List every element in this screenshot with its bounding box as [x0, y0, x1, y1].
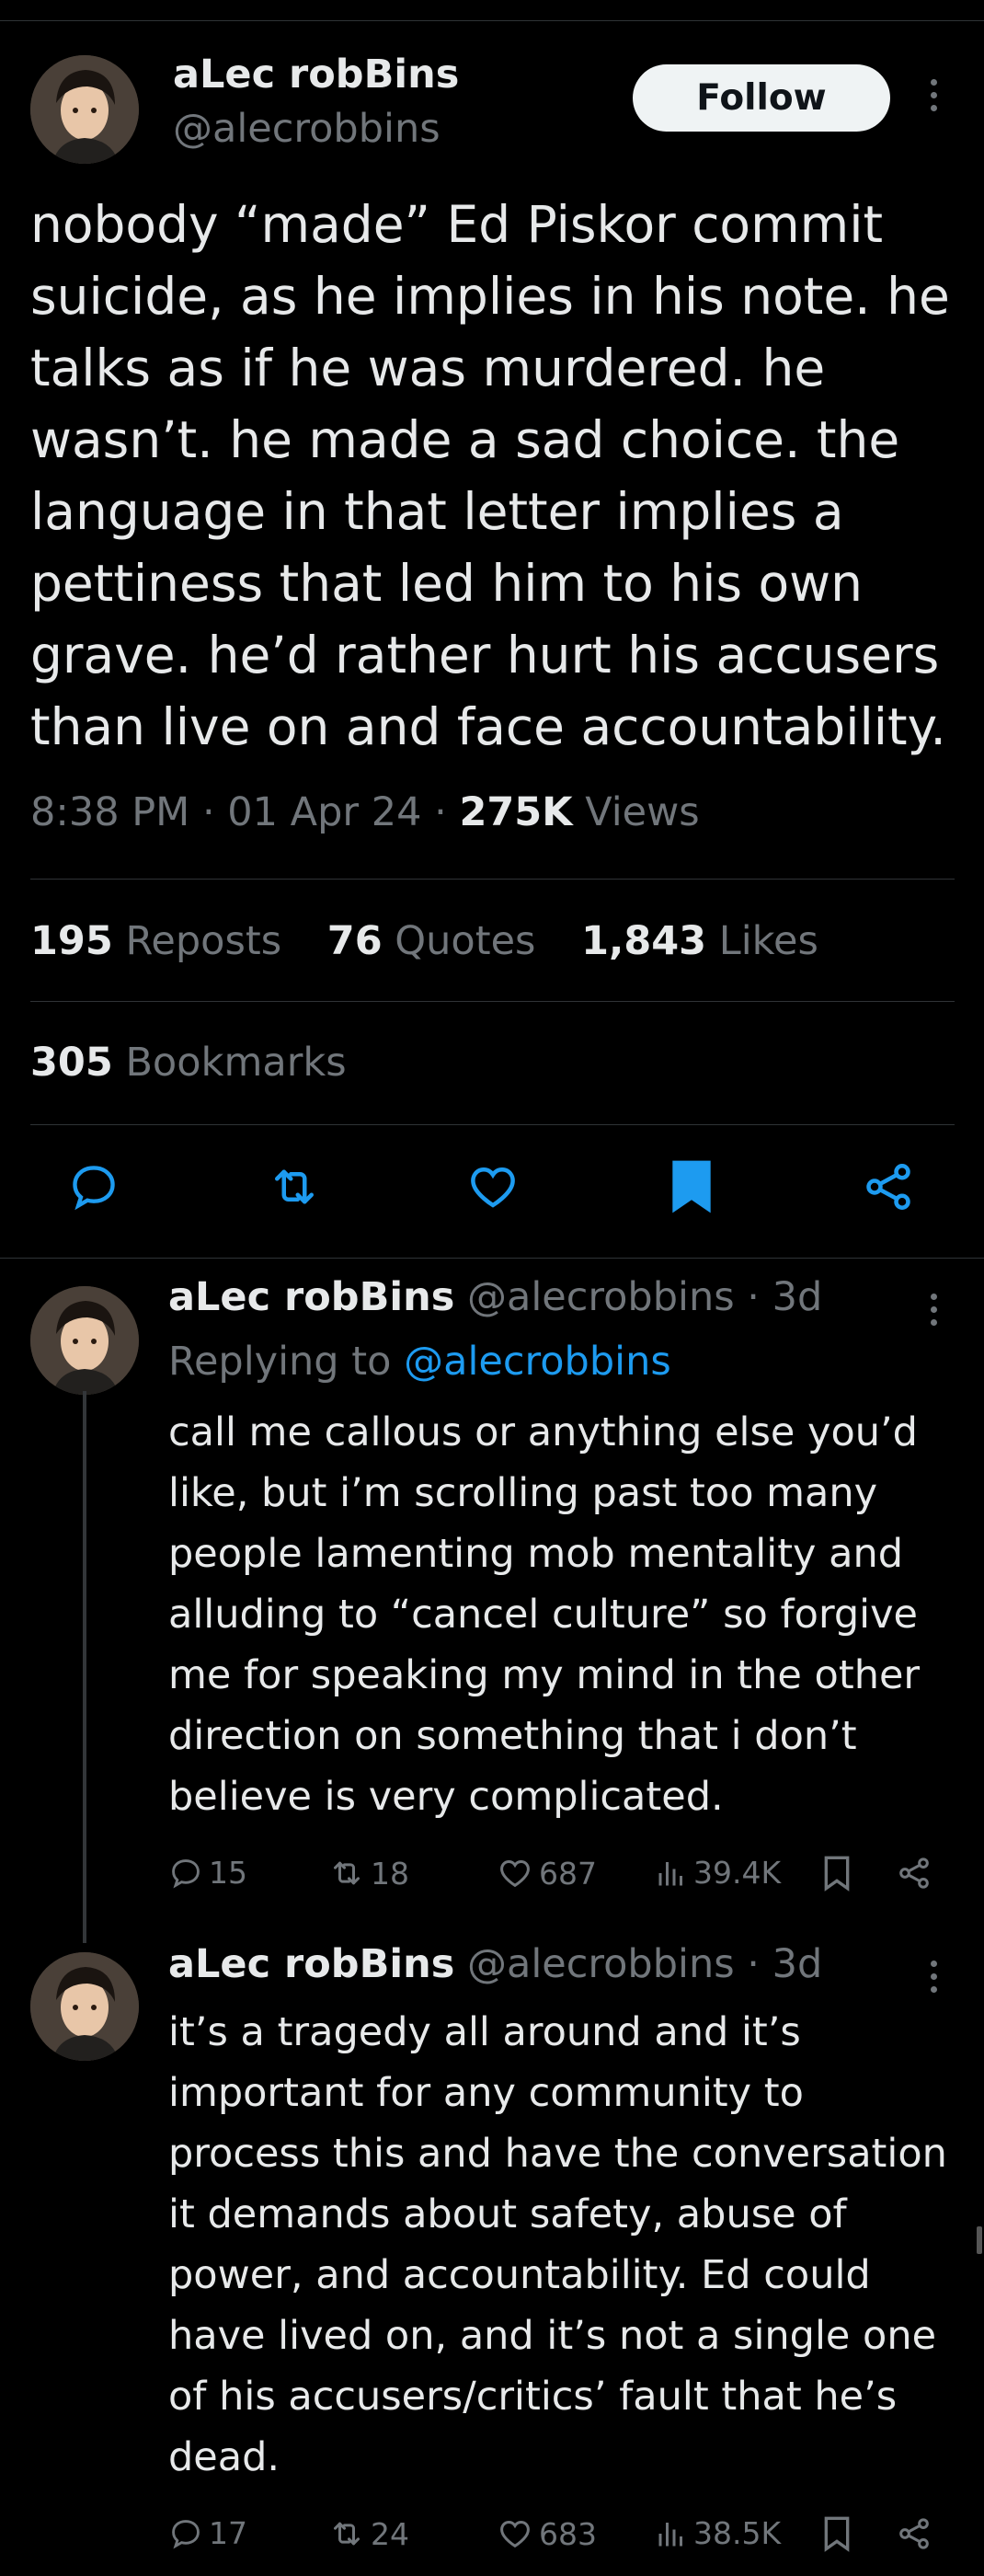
- reply-repost-action[interactable]: 18: [328, 1855, 409, 1892]
- reply-avatar[interactable]: [30, 1286, 139, 1395]
- reposts-label: Reposts: [125, 918, 282, 964]
- like-count: 687: [539, 1855, 597, 1892]
- views-count: 275K: [459, 789, 573, 835]
- reply-author-name[interactable]: aLec robBins: [168, 1941, 454, 1987]
- like-icon: [500, 1859, 530, 1888]
- like-icon: [500, 2520, 530, 2548]
- repost-count: 18: [371, 1855, 409, 1892]
- reply-reply-action[interactable]: 15: [168, 1855, 247, 1891]
- views-count: 38.5K: [693, 2515, 782, 2551]
- reply-icon: [172, 2519, 200, 2549]
- reply-reply-action[interactable]: 17: [168, 2515, 247, 2551]
- share-icon[interactable]: [861, 1159, 916, 1214]
- top-border: [0, 20, 984, 21]
- reply-count: 15: [209, 1855, 247, 1891]
- reply-header: aLec robBins @alecrobbins · 3d: [168, 1274, 822, 1320]
- bookmarks-stat[interactable]: 305 Bookmarks: [30, 1040, 347, 1086]
- share-icon[interactable]: [896, 1855, 933, 1892]
- reply-icon: [172, 1858, 200, 1889]
- reply-like-action[interactable]: 683: [497, 2515, 597, 2552]
- bookmark-icon[interactable]: [664, 1159, 719, 1214]
- like-icon[interactable]: [465, 1159, 521, 1214]
- tweet-time[interactable]: 8:38 PM: [30, 789, 189, 835]
- reply-time[interactable]: · 3d: [747, 1274, 822, 1320]
- thread-line: [83, 1391, 86, 1943]
- reply-text: it’s a tragedy all around and it’s impor…: [168, 2009, 947, 2480]
- bookmark-icon[interactable]: [821, 1855, 852, 1892]
- divider: [30, 1124, 955, 1125]
- bookmarks-count: 305: [30, 1040, 113, 1086]
- quotes-label: Quotes: [395, 918, 536, 964]
- like-count: 683: [539, 2515, 597, 2552]
- reply-count: 17: [209, 2515, 247, 2551]
- author-name[interactable]: aLec robBins: [173, 52, 459, 98]
- views-count: 39.4K: [693, 1855, 782, 1891]
- follow-button[interactable]: Follow: [633, 64, 890, 132]
- quotes-stat[interactable]: 76 Quotes: [327, 918, 536, 964]
- repost-icon: [334, 1861, 360, 1885]
- views-label: Views: [585, 789, 700, 835]
- likes-label: Likes: [718, 918, 818, 964]
- quotes-count: 76: [326, 918, 383, 964]
- reply-views-action[interactable]: 39.4K: [655, 1855, 781, 1891]
- reply-repost-action[interactable]: 24: [328, 2515, 409, 2552]
- divider: [0, 1258, 984, 1259]
- more-options-icon[interactable]: [920, 79, 947, 111]
- reply-time[interactable]: · 3d: [747, 1941, 822, 1987]
- reposts-count: 195: [30, 918, 113, 964]
- likes-stat[interactable]: 1,843 Likes: [581, 918, 818, 964]
- reply-author-handle[interactable]: @alecrobbins: [467, 1941, 735, 1987]
- views-icon: [658, 2522, 682, 2546]
- replying-prefix: Replying to: [168, 1339, 392, 1385]
- replying-to: Replying to @alecrobbins: [168, 1339, 671, 1385]
- reply-header: aLec robBins @alecrobbins · 3d: [168, 1941, 822, 1987]
- bookmarks-label: Bookmarks: [125, 1040, 347, 1086]
- tweet-meta: 8:38 PM · 01 Apr 24 · 275K Views: [30, 789, 700, 835]
- share-icon[interactable]: [896, 2515, 933, 2552]
- reply-avatar[interactable]: [30, 1952, 139, 2061]
- tweet-date[interactable]: 01 Apr 24: [227, 789, 421, 835]
- replying-handle[interactable]: @alecrobbins: [404, 1339, 671, 1385]
- reply-author-name[interactable]: aLec robBins: [168, 1274, 454, 1320]
- scrollbar-thumb[interactable]: [977, 2226, 982, 2254]
- divider: [30, 1001, 955, 1002]
- views-icon: [658, 1861, 682, 1885]
- likes-count: 1,843: [581, 918, 707, 964]
- bookmark-icon[interactable]: [821, 2515, 852, 2552]
- tweet-text: nobody “made” Ed Piskor commit suicide, …: [30, 195, 950, 756]
- reply-author-handle[interactable]: @alecrobbins: [467, 1274, 735, 1320]
- repost-icon: [334, 2522, 360, 2546]
- engagement-stats: 195 Reposts 76 Quotes 1,843 Likes: [30, 918, 852, 964]
- author-avatar[interactable]: [30, 55, 139, 164]
- repost-icon[interactable]: [267, 1159, 322, 1214]
- reply-like-action[interactable]: 687: [497, 1855, 597, 1892]
- reply-icon[interactable]: [66, 1159, 121, 1214]
- more-options-icon[interactable]: [920, 1961, 947, 1993]
- reply-text: call me callous or anything else you’d l…: [168, 1409, 921, 1820]
- reposts-stat[interactable]: 195 Reposts: [30, 918, 281, 964]
- reply-views-action[interactable]: 38.5K: [655, 2515, 781, 2551]
- repost-count: 24: [371, 2515, 409, 2552]
- more-options-icon[interactable]: [920, 1294, 947, 1326]
- author-handle[interactable]: @alecrobbins: [173, 106, 441, 152]
- divider: [30, 879, 955, 880]
